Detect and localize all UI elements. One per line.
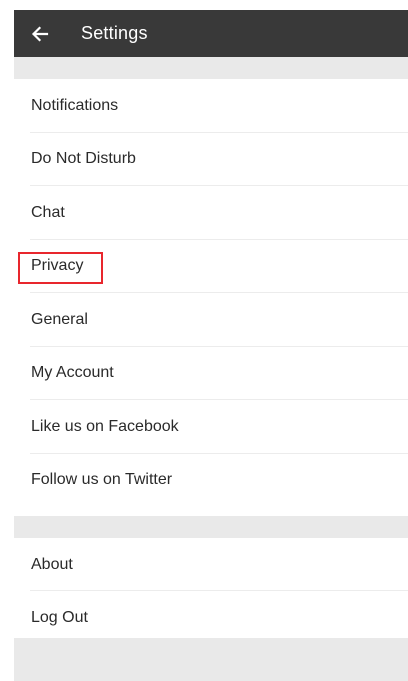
settings-item-label: About <box>31 555 73 573</box>
settings-item-notifications[interactable]: Notifications <box>14 79 408 133</box>
footer-list: About Log Out <box>14 538 408 644</box>
settings-item-chat[interactable]: Chat <box>14 186 408 240</box>
settings-item-label: General <box>31 310 88 328</box>
settings-item-label: Like us on Facebook <box>31 417 179 435</box>
settings-item-like-facebook[interactable]: Like us on Facebook <box>14 400 408 454</box>
app-toolbar: Settings <box>14 10 408 57</box>
settings-screen: Settings Notifications Do Not Disturb Ch… <box>14 10 408 681</box>
settings-item-label: Follow us on Twitter <box>31 471 173 489</box>
settings-item-label: Notifications <box>31 96 119 114</box>
page-title: Settings <box>81 23 148 43</box>
settings-item-do-not-disturb[interactable]: Do Not Disturb <box>14 133 408 187</box>
settings-item-my-account[interactable]: My Account <box>14 347 408 401</box>
settings-item-label: Chat <box>31 203 65 221</box>
settings-list: Notifications Do Not Disturb Chat Privac… <box>14 79 408 507</box>
settings-item-label: Do Not Disturb <box>31 150 136 168</box>
settings-item-about[interactable]: About <box>14 538 408 591</box>
settings-item-label: My Account <box>31 364 114 382</box>
settings-item-log-out[interactable]: Log Out <box>14 591 408 644</box>
section-divider <box>14 516 408 538</box>
section-divider <box>14 57 408 79</box>
settings-item-privacy[interactable]: Privacy <box>14 240 408 294</box>
back-button[interactable] <box>14 10 66 57</box>
settings-item-label: Log Out <box>31 608 88 626</box>
section-divider <box>14 638 408 681</box>
settings-item-label: Privacy <box>31 257 84 275</box>
settings-item-follow-twitter[interactable]: Follow us on Twitter <box>14 454 408 508</box>
settings-item-general[interactable]: General <box>14 293 408 347</box>
arrow-left-icon <box>30 24 50 44</box>
